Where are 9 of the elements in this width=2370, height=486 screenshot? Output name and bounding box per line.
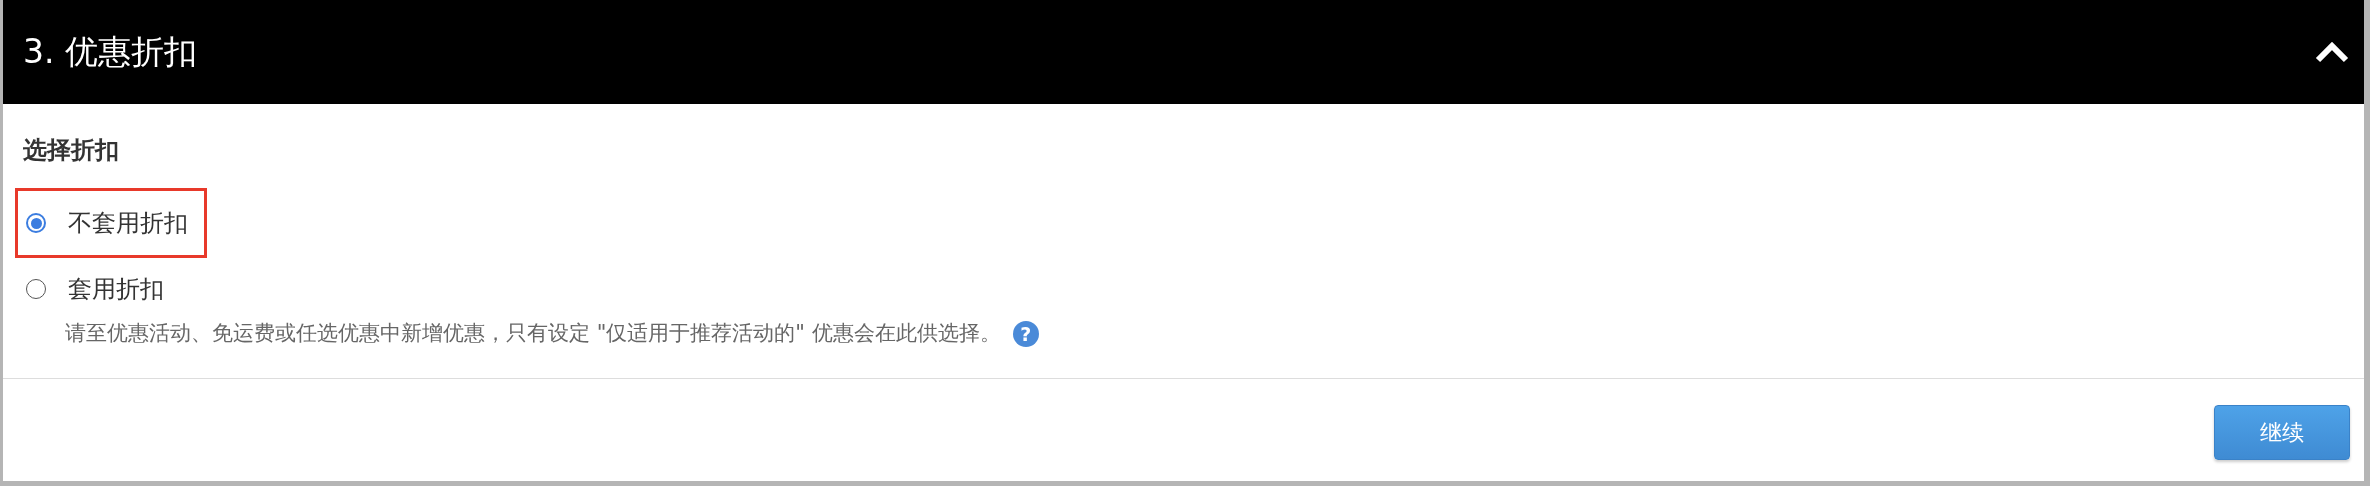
- option-label[interactable]: 套用折扣: [68, 271, 164, 307]
- collapse-icon[interactable]: [2314, 40, 2350, 64]
- section-heading: 选择折扣: [23, 135, 120, 166]
- option-label[interactable]: 不套用折扣: [68, 205, 188, 241]
- panel-title: 3. 优惠折扣: [23, 31, 197, 74]
- option-description: 请至优惠活动、免运费或任选优惠中新增优惠，只有设定 "仅适用于推荐活动的" 优惠会在此供选择。: [65, 320, 1001, 347]
- radio-button[interactable]: [26, 279, 46, 299]
- help-icon[interactable]: ?: [1012, 320, 1039, 347]
- radio-button[interactable]: [26, 213, 46, 233]
